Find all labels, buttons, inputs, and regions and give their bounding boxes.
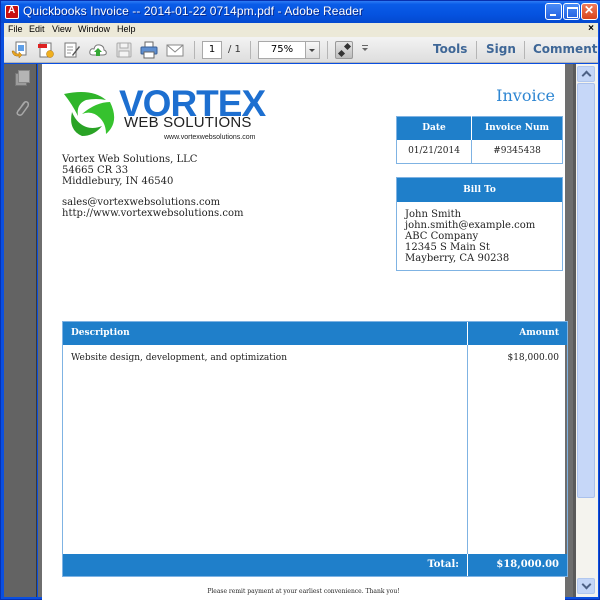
line-item-description: Website design, development, and optimiz… [71,353,288,363]
menu-view[interactable]: View [52,24,71,34]
bill-to-city: Mayberry, CA 90238 [405,253,510,264]
invoice-num-header: Invoice Num [471,116,563,140]
page-thumbnails-icon[interactable] [15,70,30,86]
total-label: Total: [427,559,459,570]
bill-to-name: John Smith [405,209,462,220]
menu-file[interactable]: File [8,24,23,34]
minimize-button[interactable] [545,3,562,20]
email-icon[interactable] [166,41,184,59]
line-items-table: Description Amount Website design, devel… [62,321,568,577]
company-contact: sales@vortexwebsolutions.com http://www.… [62,197,243,219]
invoice-number: #9345438 [493,146,541,157]
bill-to-street: 12345 S Main St [405,242,490,253]
menu-edit[interactable]: Edit [29,24,45,34]
company-address-line1: 54665 CR 33 [62,165,129,176]
page-total: / 1 [228,44,241,55]
company-logo: VORTEX WEB SOLUTIONS www.vortexwebsoluti… [62,84,266,144]
line-items-header: Description Amount [63,322,567,345]
page-number-input[interactable]: 1 [202,41,222,59]
edit-document-icon[interactable] [63,41,81,59]
bill-to-company: ABC Company [405,231,479,242]
close-document-button[interactable]: × [588,23,594,34]
create-pdf-icon[interactable] [37,41,55,59]
invoice-meta-table: Date Invoice Num 01/21/2014 #9345438 [396,116,563,164]
tools-pane-button[interactable]: Tools [433,42,467,56]
print-icon[interactable] [140,41,158,59]
toolbar-separator [250,41,251,59]
line-item-amount: $18,000.00 [507,353,559,363]
toolbar-separator [194,41,195,59]
column-divider [467,554,468,576]
logo-url: www.vortexwebsolutions.com [164,134,256,141]
menu-bar: File Edit View Window Help × [4,23,598,37]
toolbar: 1 / 1 75% Tools Sign Comment [4,37,598,63]
document-viewport[interactable]: VORTEX WEB SOLUTIONS www.vortexwebsoluti… [38,64,573,600]
company-address: Vortex Web Solutions, LLC 54665 CR 33 Mi… [62,154,197,187]
app-window: Quickbooks Invoice -- 2014-01-22 0714pm.… [0,0,600,600]
total-value: $18,000.00 [496,559,559,570]
sign-pane-button[interactable]: Sign [486,42,516,56]
scroll-down-button[interactable] [577,578,595,594]
invoice-title: Invoice [496,86,555,105]
save-icon[interactable] [115,41,133,59]
bill-to-header: Bill To [397,178,562,202]
open-icon[interactable] [11,41,29,59]
description-header: Description [71,328,130,338]
company-name: Vortex Web Solutions, LLC [62,154,198,165]
zoom-dropdown-button[interactable] [306,41,320,59]
column-divider [467,322,468,576]
cloud-upload-icon[interactable] [89,41,107,59]
zoom-level-input[interactable]: 75% [258,41,306,59]
menu-window[interactable]: Window [78,24,110,34]
amount-header: Amount [519,328,559,338]
menu-help[interactable]: Help [117,24,136,34]
total-row: Total: $18,000.00 [63,554,567,576]
full-screen-icon[interactable] [335,41,353,59]
company-website: http://www.vortexwebsolutions.com [62,208,244,219]
window-title: Quickbooks Invoice -- 2014-01-22 0714pm.… [23,4,364,18]
bill-to-box: Bill To John Smith john.smith@example.co… [396,177,563,271]
navigation-pane [4,64,37,597]
footer-note: Please remit payment at your earliest co… [207,588,400,595]
toolbar-separator [524,41,525,59]
company-email: sales@vortexwebsolutions.com [62,197,221,208]
comment-pane-button[interactable]: Comment [533,42,597,56]
invoice-date: 01/21/2014 [396,139,472,164]
date-header: Date [396,116,472,140]
vertical-scrollbar[interactable] [573,64,598,597]
adobe-reader-icon [5,5,19,19]
column-divider [467,322,468,345]
maximize-button[interactable] [563,3,580,20]
bill-to-email: john.smith@example.com [405,220,536,231]
toolbar-separator [327,41,328,59]
title-bar[interactable]: Quickbooks Invoice -- 2014-01-22 0714pm.… [1,1,600,23]
vortex-swirl-icon [64,92,115,136]
company-address-line2: Middlebury, IN 46540 [62,176,174,187]
scroll-up-button[interactable] [577,66,595,82]
pdf-page: VORTEX WEB SOLUTIONS www.vortexwebsoluti… [42,64,568,600]
scrollbar-thumb[interactable] [577,83,595,498]
toolbar-separator [476,41,477,59]
logo-subtitle: WEB SOLUTIONS [124,114,252,131]
close-window-button[interactable] [581,3,598,20]
attachments-icon[interactable] [14,99,30,119]
